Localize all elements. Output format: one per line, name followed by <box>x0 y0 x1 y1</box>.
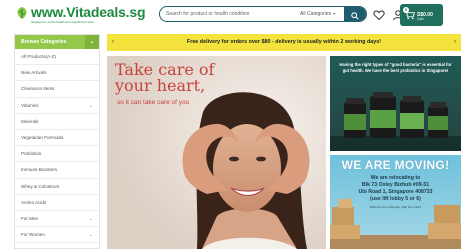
hero-title: Take care of your heart, <box>115 62 214 94</box>
moving-line2: Blk 73 Oxley Bizhub #09-51 <box>361 182 430 188</box>
chevron-down-icon: ⌄ <box>85 35 99 49</box>
cart-label: Cart <box>417 17 424 21</box>
sidebar-category-label: Probiotics <box>21 151 42 157</box>
sidebar-category-label: Minerals <box>21 118 39 124</box>
sidebar-category-label: For Men <box>21 215 39 221</box>
sidebar-category-label: Immune Boosters <box>21 167 57 173</box>
chevron-down-icon: ⌄ <box>88 215 93 222</box>
moving-line3: Ubi Road 1, Singapore 408733 <box>358 189 433 195</box>
moving-line1: We are relocating to <box>370 175 421 181</box>
sidebar-category-label: Vegetarian Formulas <box>21 134 64 140</box>
announcement-bar: ‹ Free delivery for orders over $80 - de… <box>107 34 461 51</box>
hero-banner[interactable]: Take care of your heart, so it can take … <box>107 56 326 249</box>
search-icon <box>351 12 359 20</box>
logo-tagline: Singapore's online health and supplement… <box>31 20 95 24</box>
site-header: www.Vitadeals.sg Singapore's online heal… <box>0 0 461 30</box>
search-input[interactable] <box>166 7 306 21</box>
browse-categories-header[interactable]: Browse Categories ⌄ <box>15 35 99 49</box>
sidebar-category-label: Whey & Colostrum <box>21 183 60 189</box>
chevron-down-icon: ⌄ <box>88 102 93 109</box>
category-list: All Products(A-Z) New Arrivals Clearance I… <box>15 49 99 244</box>
wishlist-heart-icon[interactable] <box>373 9 385 21</box>
search-bar: All Categories▾ <box>159 6 367 22</box>
moving-address: We are relocating to Blk 73 Oxley Bizhub… <box>330 175 461 203</box>
sidebar-category-item[interactable]: For Women ⌄ <box>15 227 99 244</box>
sidebar-category-item[interactable]: For Men ⌄ <box>15 211 99 228</box>
hero-subtitle: so it can take care of you <box>117 99 190 106</box>
cart-count-badge: 0 <box>403 7 409 13</box>
moving-title: WE ARE MOVING! <box>341 158 450 172</box>
probiotics-promo-banner[interactable]: Having the right types of "good bacteria… <box>330 56 461 151</box>
sidebar-category-item[interactable]: Probiotics <box>15 146 99 163</box>
sidebar-category-label: New Arrivals <box>21 70 47 76</box>
moving-effective-date: Effective from Monday, 20th Nov 2023 <box>370 205 421 209</box>
cart-button[interactable]: 0 S$0.00 Cart <box>400 4 443 26</box>
leaf-logo-icon <box>17 7 27 19</box>
sidebar-category-label: Amino Acids <box>21 199 47 205</box>
sidebar-category-item[interactable]: New Arrivals <box>15 65 99 82</box>
moving-line4: (use lift lobby 5 or 6) <box>370 196 421 202</box>
chevron-down-icon: ▾ <box>333 11 336 16</box>
sidebar-category-label: All Products(A-Z) <box>21 54 56 59</box>
sidebar-category-label: Vitamins <box>21 102 39 108</box>
sidebar-category-item[interactable]: Vegetarian Formulas <box>15 130 99 147</box>
logo-text: www.Vitadeals.sg <box>31 4 146 20</box>
sidebar-category-item[interactable]: Minerals <box>15 114 99 130</box>
search-button[interactable] <box>344 7 366 21</box>
sidebar-category-item[interactable]: Amino Acids <box>15 195 99 211</box>
hero-title-line2: your heart, <box>115 76 206 95</box>
sidebar-category-label: For Women <box>21 232 45 238</box>
next-arrow-icon[interactable]: › <box>454 34 456 51</box>
probiotic-bottles-image <box>330 92 461 151</box>
sidebar-category-item[interactable]: Immune Boosters <box>15 162 99 179</box>
sidebar-heading: Browse Categories <box>21 39 67 45</box>
relocation-notice-banner[interactable]: WE ARE MOVING! We are relocating to Blk … <box>330 155 461 249</box>
sidebar-category-label: Clearance Items <box>21 86 55 92</box>
sidebar-category-item[interactable]: Clearance Items <box>15 81 99 98</box>
category-select-label: All Categories <box>300 11 332 17</box>
sidebar-category-item[interactable]: Vitamins ⌄ <box>15 98 99 114</box>
sidebar-category-item[interactable]: All Products(A-Z) <box>15 49 99 66</box>
sidebar-category-item[interactable]: Whey & Colostrum <box>15 179 99 195</box>
category-sidebar: Browse Categories ⌄ All Products(A-Z) New… <box>14 34 100 249</box>
chevron-down-icon: ⌄ <box>88 232 93 239</box>
announcement-message: Free delivery for orders over $80 - deli… <box>186 39 382 45</box>
site-logo[interactable]: www.Vitadeals.sg Singapore's online heal… <box>14 4 154 26</box>
category-select[interactable]: All Categories ▾ <box>300 7 341 21</box>
